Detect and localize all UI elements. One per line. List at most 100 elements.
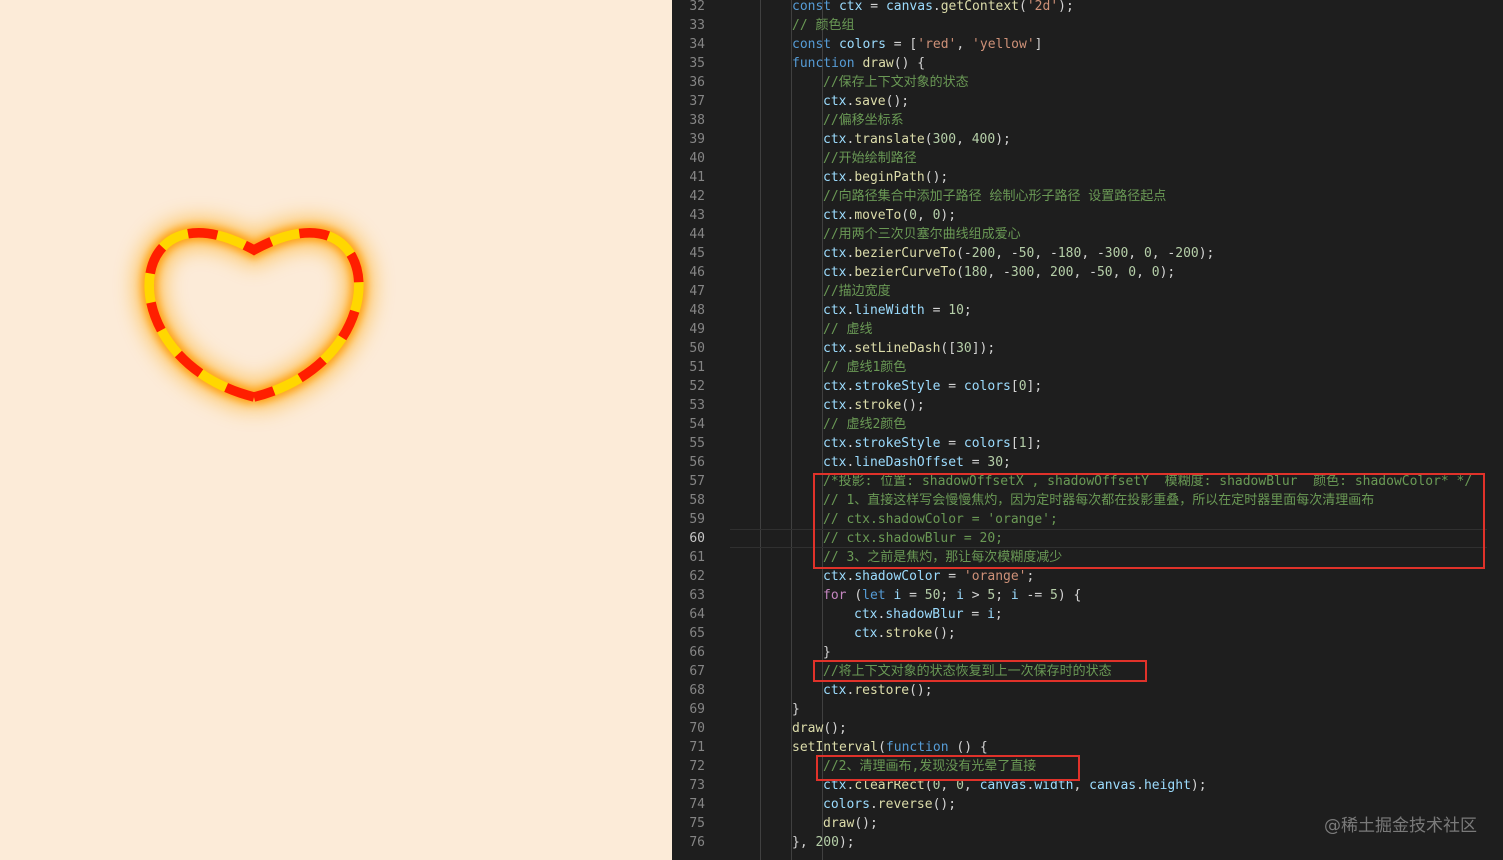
code-token: = [963,607,988,622]
line-code: colors.reverse(); [823,795,956,814]
code-token: ); [838,835,855,850]
code-line-70[interactable]: 70 draw(); [672,719,1503,738]
code-line-45[interactable]: 45 ctx.bezierCurveTo(-200, -50, -180, -30… [672,244,1503,263]
line-code: ctx.bezierCurveTo(-200, -50, -180, -300,… [823,244,1214,263]
code-line-51[interactable]: 51 // 虚线1颜色 [672,358,1503,377]
code-token: shadowColor [854,569,941,584]
code-token: 50 [1096,265,1113,280]
code-line-54[interactable]: 54 // 虚线2颜色 [672,415,1503,434]
code-line-72[interactable]: 72//2、清理画布,发现没有光晕了直接 [672,757,1503,776]
code-line-33[interactable]: 33 // 颜色组 [672,16,1503,35]
code-token: } [792,702,800,717]
code-line-56[interactable]: 56 ctx.lineDashOffset = 30; [672,453,1503,472]
line-code: //向路径集合中添加子路径 绘制心形子路径 设置路径起点 [823,187,1166,206]
code-token: , - [987,265,1011,280]
code-line-39[interactable]: 39 ctx.translate(300, 400); [672,130,1503,149]
line-number: 57 [689,474,705,489]
code-token: ; [1003,455,1011,470]
code-token: // 虚线2颜色 [823,417,907,432]
code-line-50[interactable]: 50 ctx.setLineDash([30]); [672,339,1503,358]
code-line-47[interactable]: 47 //描边宽度 [672,282,1503,301]
code-line-63[interactable]: 63 for (let i = 50; i > 5; i -= 5) { [672,586,1503,605]
code-line-68[interactable]: 68 ctx.restore(); [672,681,1503,700]
code-token: ; [963,303,972,318]
code-token: ([ [940,341,957,356]
code-line-41[interactable]: 41 ctx.beginPath(); [672,168,1503,187]
code-line-49[interactable]: 49 // 虚线 [672,320,1503,339]
code-token: ctx [823,398,847,413]
code-line-65[interactable]: 65 ctx.stroke(); [672,624,1503,643]
code-line-37[interactable]: 37 ctx.save(); [672,92,1503,111]
code-line-38[interactable]: 38 //偏移坐标系 [672,111,1503,130]
code-token: 30 [987,455,1004,470]
line-code: ctx.lineWidth = 10; [823,301,972,320]
code-line-52[interactable]: 52 ctx.strokeStyle = colors[0]; [672,377,1503,396]
code-line-46[interactable]: 46 ctx.bezierCurveTo(180, -300, 200, -50,… [672,263,1503,282]
line-number: 68 [689,683,705,698]
code-token: // 虚线1颜色 [823,360,907,375]
code-line-64[interactable]: 64 ctx.shadowBlur = i; [672,605,1503,624]
code-token: for [823,588,855,603]
scrollbar[interactable] [1489,0,1503,860]
code-line-71[interactable]: 71 setInterval(function () { [672,738,1503,757]
code-editor[interactable]: 32 const ctx = canvas.getContext('2d'); 33… [672,0,1503,860]
code-token: , - [1073,265,1097,280]
line-number: 65 [689,626,705,641]
code-line-34[interactable]: 34 const colors = ['red', 'yellow'] [672,35,1503,54]
line-code: //开始绘制路径 [823,149,917,168]
code-token: shadowBlur [885,607,964,622]
code-token: draw [823,816,855,831]
code-token: 0 [909,208,917,223]
code-token: getContext [940,0,1020,14]
code-token: = [862,0,886,14]
code-token: //偏移坐标系 [823,113,904,128]
line-number: 35 [689,56,705,71]
code-line-62[interactable]: 62 ctx.shadowColor = 'orange'; [672,567,1503,586]
code-token: i [956,588,964,603]
line-number: 45 [689,246,705,261]
annotation-box-comments [813,473,1485,569]
code-token: ; [1026,569,1035,584]
code-line-35[interactable]: 35 function draw() { [672,54,1503,73]
code-line-42[interactable]: 42 //向路径集合中添加子路径 绘制心形子路径 设置路径起点 [672,187,1503,206]
code-line-69[interactable]: 69} [672,700,1503,719]
code-line-73[interactable]: 73 ctx.clearRect(0, 0, canvas.width, canv… [672,776,1503,795]
code-token: ctx [823,683,847,698]
code-line-44[interactable]: 44 //用两个三次贝塞尔曲线组成爱心 [672,225,1503,244]
code-token: -= [1018,588,1051,603]
line-code: //保存上下文对象的状态 [823,73,969,92]
code-token: 'red' [917,37,957,52]
code-line-40[interactable]: 40 //开始绘制路径 [672,149,1503,168]
line-code: ctx.restore(); [823,681,933,700]
line-code: for (let i = 50; i > 5; i -= 5) { [823,586,1081,605]
code-token: ctx [823,170,847,185]
code-token: , [1136,265,1152,280]
code-line-32[interactable]: 32 const ctx = canvas.getContext('2d'); [672,0,1503,16]
code-token: (); [901,398,925,413]
code-line-53[interactable]: 53 ctx.stroke(); [672,396,1503,415]
code-token: ]); [971,341,996,356]
line-number: 46 [689,265,705,280]
code-line-55[interactable]: 55 ctx.strokeStyle = colors[1]; [672,434,1503,453]
code-token: , - [995,246,1019,261]
code-token: = [940,436,964,451]
line-code: const colors = ['red', 'yellow'] [792,35,1043,54]
code-token: (); [885,94,910,109]
line-code: ctx.stroke(); [823,396,925,415]
code-token: lineDashOffset [854,455,964,470]
code-line-36[interactable]: 36 //保存上下文对象的状态 [672,73,1503,92]
code-token: ctx [854,626,878,641]
code-token: ); [995,132,1011,147]
code-token: bezierCurveTo [854,246,957,261]
code-line-48[interactable]: 48 ctx.lineWidth = 10; [672,301,1503,320]
line-code: //偏移坐标系 [823,111,904,130]
code-line-43[interactable]: 43 ctx.moveTo(0, 0); [672,206,1503,225]
code-token: colors [838,37,886,52]
code-token: ctx [823,246,847,261]
code-token: ( [901,208,910,223]
code-token: ( [878,740,886,755]
code-token: ]; [1026,436,1043,451]
line-code: //用两个三次贝塞尔曲线组成爱心 [823,225,1021,244]
line-number: 73 [689,778,705,793]
line-code: // 虚线2颜色 [823,415,906,434]
